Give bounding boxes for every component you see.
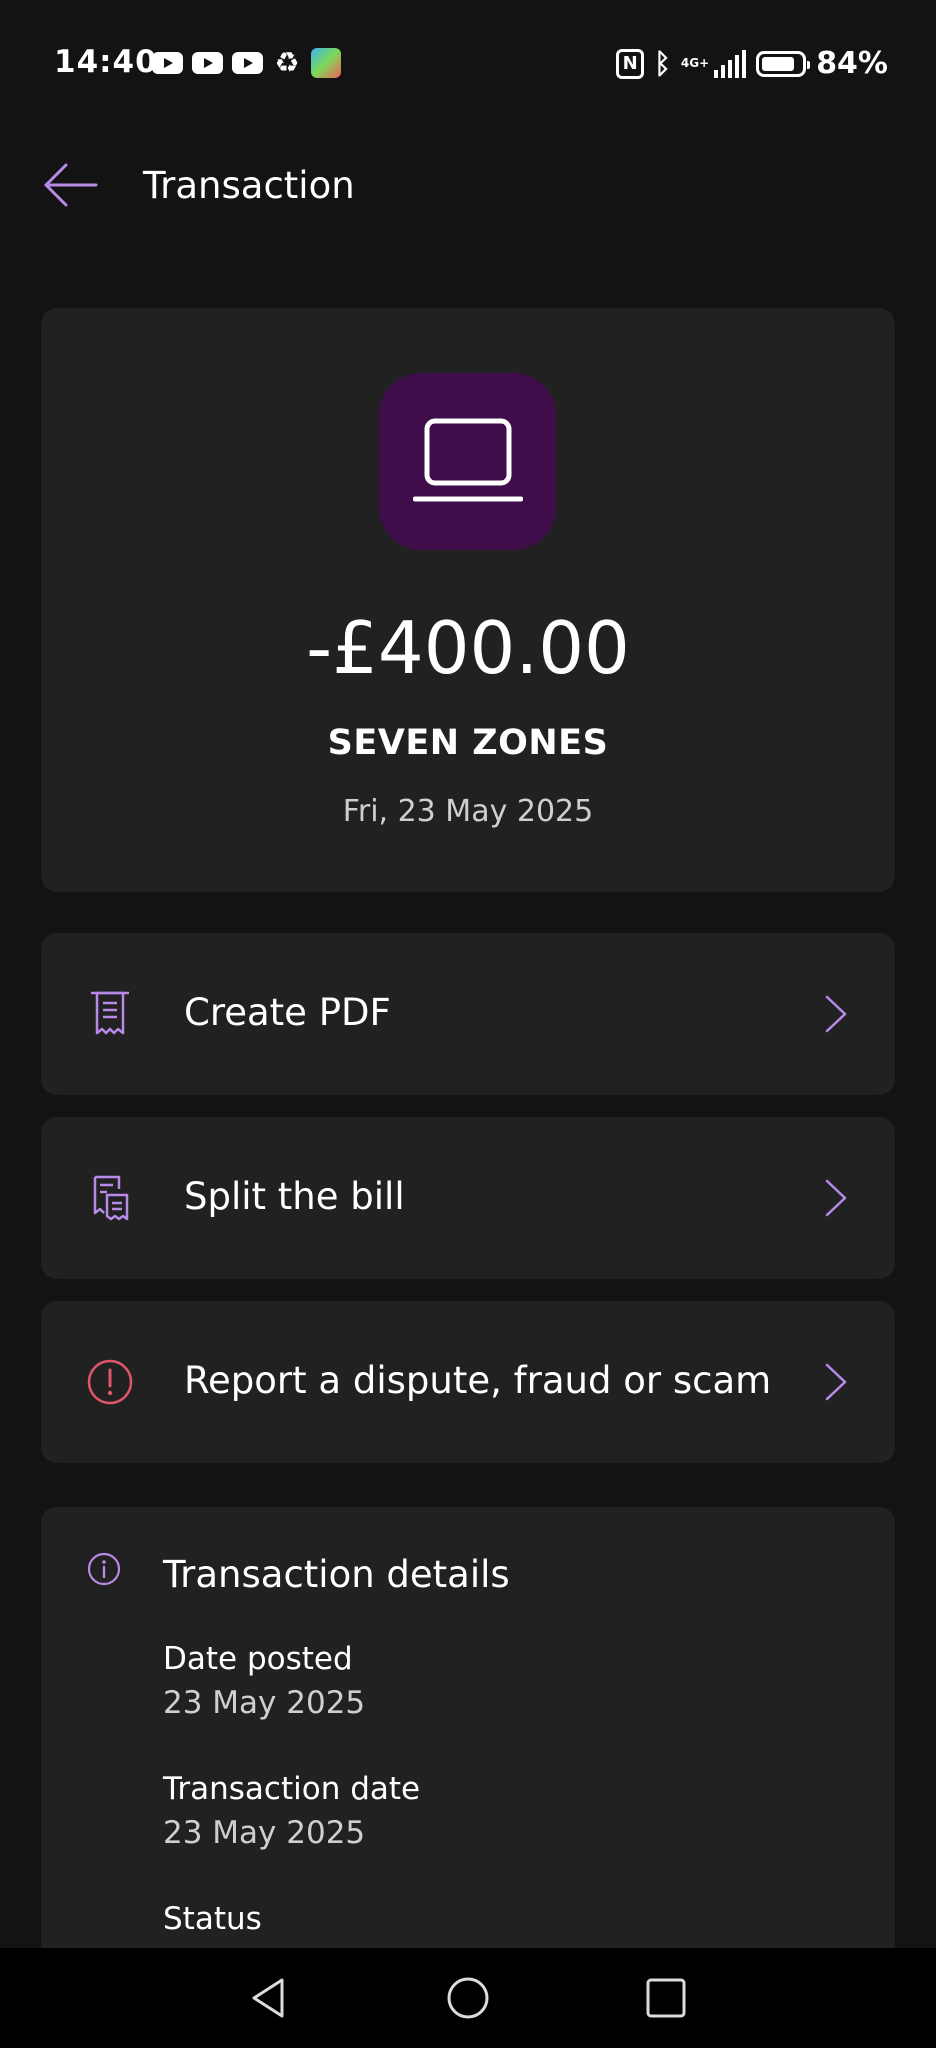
transaction-date-label: Transaction date (163, 1771, 421, 1807)
merchant-category-tile (379, 373, 556, 550)
battery-icon (756, 50, 811, 77)
transaction-summary-card: -£400.00 SEVEN ZONES Fri, 23 May 2025 (41, 308, 895, 892)
transaction-date-value: 23 May 2025 (163, 1815, 366, 1851)
nfc-icon: N (616, 48, 645, 79)
nav-back-button[interactable] (238, 1970, 298, 2026)
battery-percent: 84% (816, 46, 888, 81)
nav-recents-button[interactable] (636, 1970, 696, 2026)
chevron-right-icon (825, 1179, 847, 1217)
notification-icons: ♻ (152, 48, 341, 78)
back-button[interactable] (40, 160, 100, 210)
system-nav-bar (0, 1948, 936, 2048)
system-icons: N ᛒ 4G+ 84% (616, 46, 888, 81)
recents-square-icon (646, 1978, 686, 2018)
action-label: Split the bill (184, 1175, 405, 1218)
info-icon (87, 1552, 121, 1586)
date-posted-label: Date posted (163, 1641, 353, 1677)
action-label: Report a dispute, fraud or scam (184, 1359, 772, 1402)
app-notification-icon (311, 48, 341, 78)
chevron-right-icon (825, 1363, 847, 1401)
nav-home-button[interactable] (438, 1970, 498, 2026)
laptop-icon (413, 418, 523, 502)
arrow-left-icon (44, 163, 98, 207)
back-triangle-icon (252, 1978, 284, 2018)
transaction-date: Fri, 23 May 2025 (342, 794, 594, 829)
split-receipt-icon (93, 1175, 129, 1221)
youtube-icon (192, 52, 223, 74)
page-title: Transaction (143, 164, 355, 207)
status-bar: 14:40 ♻ N ᛒ 4G+ 84% (0, 0, 936, 120)
action-label: Create PDF (184, 991, 391, 1034)
signal-icon: 4G+ (680, 49, 747, 78)
recycle-icon: ♻ (274, 46, 300, 79)
chevron-right-icon (825, 995, 847, 1033)
create-pdf-button[interactable]: Create PDF (41, 933, 895, 1095)
split-bill-button[interactable]: Split the bill (41, 1117, 895, 1279)
report-dispute-button[interactable]: Report a dispute, fraud or scam (41, 1301, 895, 1463)
status-time: 14:40 (54, 44, 158, 80)
status-label: Status (163, 1901, 262, 1937)
transaction-amount: -£400.00 (306, 606, 630, 690)
youtube-icon (232, 52, 263, 74)
network-type: 4G+ (680, 55, 710, 70)
receipt-icon (91, 991, 129, 1035)
transaction-details-card: Transaction details Date posted 23 May 2… (41, 1507, 895, 1967)
app-header: Transaction (0, 140, 936, 230)
youtube-icon (152, 52, 183, 74)
merchant-name: SEVEN ZONES (327, 723, 609, 763)
bluetooth-icon: ᛒ (654, 47, 671, 80)
alert-circle-icon (87, 1359, 133, 1405)
home-circle-icon (447, 1977, 489, 2019)
date-posted-value: 23 May 2025 (163, 1685, 366, 1721)
details-title: Transaction details (163, 1553, 510, 1596)
